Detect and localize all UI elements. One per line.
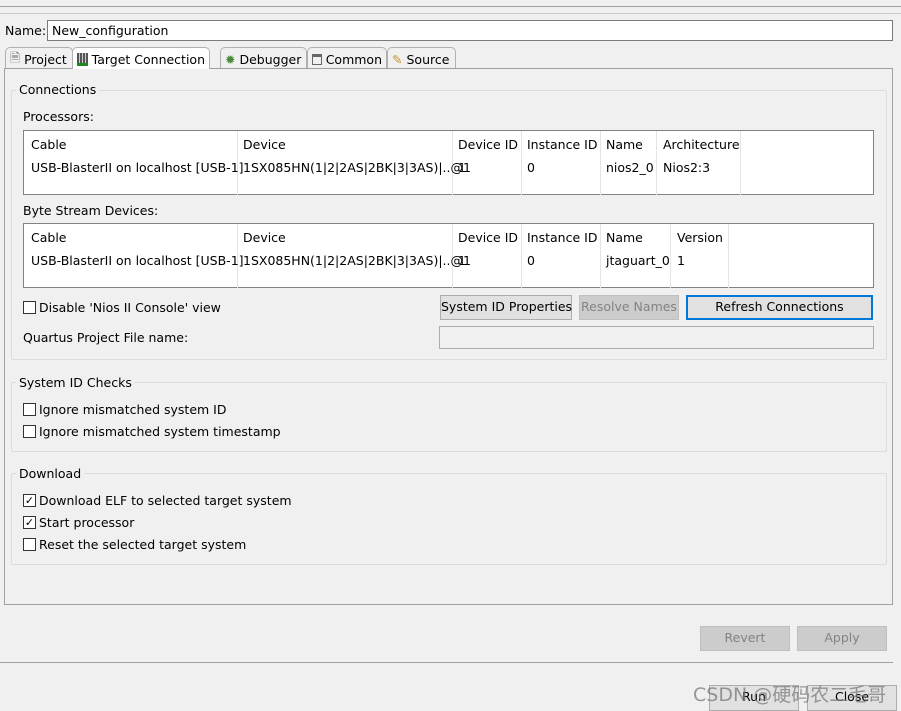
quartus-file-input[interactable] [439, 326, 874, 349]
checkbox-box[interactable] [23, 301, 36, 314]
column-header[interactable]: Instance ID [527, 137, 597, 152]
checkbox-label: Ignore mismatched system ID [39, 402, 227, 417]
column-header[interactable]: Architecture [663, 137, 740, 152]
table-cell[interactable]: 1 [677, 253, 685, 268]
table-cell[interactable]: nios2_0 [606, 160, 654, 175]
table-cell[interactable]: 0 [527, 253, 535, 268]
tab-source[interactable]: ✎ Source [387, 47, 456, 68]
tab-project[interactable]: 🗎 Project [5, 47, 73, 68]
checkbox-box[interactable] [23, 425, 36, 438]
ignore-timestamp-checkbox[interactable]: Ignore mismatched system timestamp [23, 424, 281, 439]
tab-label: Target Connection [91, 52, 205, 67]
watermark: CSDN @硬码农二毛哥 [693, 684, 887, 706]
column-header[interactable]: Device [243, 137, 286, 152]
column-header[interactable]: Device ID [458, 137, 518, 152]
bug-icon: ✹ [225, 51, 236, 67]
disable-console-checkbox[interactable]: Disable 'Nios II Console' view [23, 300, 221, 315]
ignore-system-id-checkbox[interactable]: Ignore mismatched system ID [23, 402, 227, 417]
table-cell[interactable]: 1SX085HN(1|2|2AS|2BK|3|3AS)|..@1 [243, 253, 471, 268]
reset-target-checkbox[interactable]: Reset the selected target system [23, 537, 246, 552]
source-icon: ✎ [392, 51, 403, 67]
connections-title: Connections [16, 82, 100, 97]
separator [0, 6, 901, 7]
checkbox-label: Start processor [39, 515, 135, 530]
checkbox-label: Reset the selected target system [39, 537, 247, 552]
checkmark-icon[interactable]: ✓ [23, 516, 36, 529]
download-title: Download [16, 466, 85, 481]
tab-target-connection[interactable]: Target Connection [72, 47, 210, 69]
connector-icon [77, 53, 88, 66]
table-cell[interactable]: 1SX085HN(1|2|2AS|2BK|3|3AS)|..@1 [243, 160, 471, 175]
download-elf-checkbox[interactable]: ✓ Download ELF to selected target system [23, 493, 292, 508]
column-header[interactable]: Name [606, 230, 643, 245]
name-label: Name: [5, 23, 47, 38]
checkbox-label: Download ELF to selected target system [39, 493, 292, 508]
byte-stream-table[interactable]: Cable Device Device ID Instance ID Name … [23, 223, 874, 288]
tab-label: Project [24, 51, 67, 67]
separator [0, 13, 901, 14]
table-cell[interactable]: USB-BlasterII on localhost [USB-1] [31, 160, 244, 175]
table-icon [312, 53, 322, 65]
tab-common[interactable]: Common [307, 47, 387, 68]
table-cell[interactable]: USB-BlasterII on localhost [USB-1] [31, 253, 244, 268]
start-processor-checkbox[interactable]: ✓ Start processor [23, 515, 134, 530]
checkbox-label: Ignore mismatched system timestamp [39, 424, 281, 439]
system-id-title: System ID Checks [16, 375, 135, 390]
column-header[interactable]: Device ID [458, 230, 518, 245]
table-cell[interactable]: 0 [527, 160, 535, 175]
system-id-group [11, 382, 887, 452]
column-header[interactable]: Version [677, 230, 723, 245]
column-header[interactable]: Cable [31, 230, 67, 245]
system-id-properties-button[interactable]: System ID Properties [440, 295, 572, 320]
processors-label: Processors: [23, 109, 94, 124]
checkbox-box[interactable] [23, 538, 36, 551]
table-cell[interactable]: 1 [458, 253, 466, 268]
checkmark-icon[interactable]: ✓ [23, 494, 36, 507]
column-header[interactable]: Instance ID [527, 230, 597, 245]
tab-debugger[interactable]: ✹ Debugger [220, 47, 307, 68]
name-input[interactable]: New_configuration [47, 20, 893, 41]
processors-table[interactable]: Cable Device Device ID Instance ID Name … [23, 130, 874, 195]
checkbox-box[interactable] [23, 403, 36, 416]
table-cell[interactable]: Nios2:3 [663, 160, 710, 175]
quartus-file-label: Quartus Project File name: [23, 330, 189, 345]
tab-label: Common [325, 51, 382, 67]
resolve-names-button[interactable]: Resolve Names [579, 295, 679, 320]
tab-label: Debugger [239, 51, 302, 67]
column-header[interactable]: Name [606, 137, 643, 152]
revert-button[interactable]: Revert [700, 626, 790, 651]
separator [0, 662, 893, 663]
byte-stream-label: Byte Stream Devices: [23, 203, 159, 218]
column-header[interactable]: Device [243, 230, 286, 245]
refresh-connections-button[interactable]: Refresh Connections [686, 295, 873, 320]
document-icon: 🗎 [10, 49, 21, 65]
column-header[interactable]: Cable [31, 137, 67, 152]
table-cell[interactable]: 1 [458, 160, 466, 175]
checkbox-label: Disable 'Nios II Console' view [39, 300, 221, 315]
tab-label: Source [406, 51, 450, 67]
apply-button[interactable]: Apply [797, 626, 887, 651]
table-cell[interactable]: jtaguart_0 [606, 253, 670, 268]
